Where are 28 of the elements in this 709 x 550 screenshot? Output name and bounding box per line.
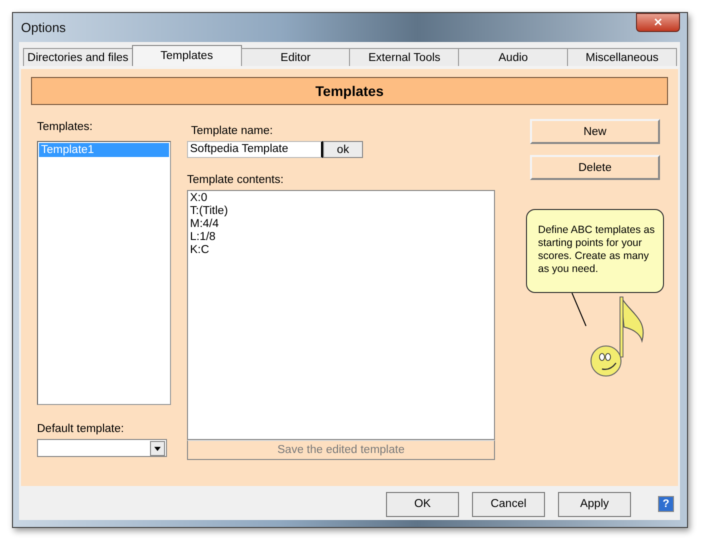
text-line: X:0: [190, 192, 208, 205]
default-template-dropdown[interactable]: [37, 439, 167, 457]
text-line: M:4/4: [190, 218, 220, 231]
tab[interactable]: Templates: [132, 45, 242, 66]
ok-button[interactable]: ok: [323, 141, 363, 158]
template-name-label: Template name:: [190, 124, 274, 139]
default-template-label: Default template:: [37, 422, 125, 437]
panel-header: Templates: [31, 77, 668, 105]
help-button[interactable]: ?: [658, 496, 674, 512]
template-contents-field[interactable]: X:0 T:(Title) M:4/4 L:1/8 K:C: [187, 190, 495, 440]
tab[interactable]: Miscellaneous: [567, 48, 677, 66]
speech-bubble: Define ABC templates as starting points for your scores. Create as many as you need.: [526, 209, 664, 293]
text-line: T:(Title): [190, 205, 229, 218]
template-name-field[interactable]: Softpedia Template: [187, 141, 323, 158]
dialog-button[interactable]: OK: [386, 492, 459, 516]
tab[interactable]: Audio: [458, 48, 568, 66]
side-button[interactable]: Delete: [530, 155, 660, 180]
dialog-button[interactable]: Apply: [558, 492, 631, 516]
tab[interactable]: External Tools: [349, 48, 460, 66]
text-line: L:1/8: [190, 231, 217, 244]
text-line: K:C: [190, 244, 210, 257]
side-button[interactable]: New: [530, 119, 660, 144]
window-title: Options: [20, 20, 66, 35]
tab[interactable]: Directories and files: [23, 48, 133, 66]
templates-label: Templates:: [37, 120, 94, 135]
template-contents-label: Template contents:: [187, 173, 285, 188]
dialog-button[interactable]: Cancel: [472, 492, 545, 516]
tab[interactable]: Editor: [240, 48, 350, 66]
